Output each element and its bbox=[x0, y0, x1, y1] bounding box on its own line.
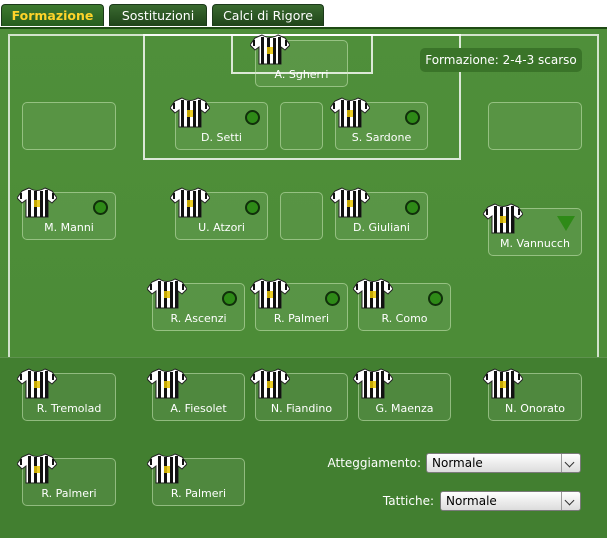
formation-label: Formazione: 2-4-3 scarso bbox=[420, 48, 582, 72]
shirt-icon bbox=[330, 96, 370, 128]
shirt-icon bbox=[17, 367, 57, 399]
shirt-icon bbox=[483, 367, 523, 399]
status-ok-icon bbox=[405, 200, 420, 215]
player-name: N. Onorato bbox=[505, 402, 565, 415]
status-ok-icon bbox=[245, 200, 260, 215]
shirt-icon bbox=[353, 367, 393, 399]
shirt-icon bbox=[147, 367, 187, 399]
player-name: D. Setti bbox=[201, 131, 242, 144]
tab-bar: Formazione Sostituzioni Calci di Rigore bbox=[0, 0, 607, 30]
shirt-icon bbox=[170, 96, 210, 128]
player-name: M. Vannucch bbox=[500, 237, 570, 250]
status-down-icon bbox=[557, 216, 575, 231]
status-ok-icon bbox=[428, 291, 443, 306]
player-name: U. Atzori bbox=[198, 221, 245, 234]
player-name: G. Maenza bbox=[375, 402, 434, 415]
attitude-select[interactable]: Normale bbox=[426, 453, 581, 473]
player-name: A. Fiesolet bbox=[170, 402, 227, 415]
tab-calci-di-rigore[interactable]: Calci di Rigore bbox=[212, 4, 324, 26]
chevron-down-icon bbox=[561, 492, 580, 510]
shirt-icon bbox=[147, 277, 187, 309]
player-name: R. Tremolad bbox=[36, 402, 102, 415]
shirt-icon bbox=[147, 452, 187, 484]
player-name: N. Fiandino bbox=[270, 402, 333, 415]
status-ok-icon bbox=[245, 110, 260, 125]
tactics-select[interactable]: Normale bbox=[440, 491, 581, 511]
player-name: R. Palmeri bbox=[41, 487, 97, 500]
shirt-icon bbox=[17, 452, 57, 484]
player-name: R. Palmeri bbox=[273, 312, 330, 325]
player-name: D. Giuliani bbox=[353, 221, 410, 234]
shirt-icon bbox=[250, 277, 290, 309]
status-ok-icon bbox=[93, 200, 108, 215]
shirt-icon bbox=[353, 277, 393, 309]
player-name: R. Palmeri bbox=[170, 487, 227, 500]
tactics-label: Tattiche: bbox=[382, 494, 434, 508]
player-name: R. Como bbox=[381, 312, 428, 325]
status-ok-icon bbox=[325, 291, 340, 306]
tactics-value: Normale bbox=[446, 494, 497, 508]
player-name: M. Manni bbox=[44, 221, 94, 234]
status-ok-icon bbox=[405, 110, 420, 125]
shirt-icon bbox=[17, 186, 57, 218]
shirt-icon bbox=[330, 186, 370, 218]
shirt-icon bbox=[250, 367, 290, 399]
player-name: S. Sardone bbox=[351, 131, 412, 144]
player-name: A. Sgherri bbox=[274, 68, 329, 81]
empty-slot[interactable] bbox=[280, 192, 323, 240]
empty-slot[interactable] bbox=[280, 102, 323, 150]
status-ok-icon bbox=[222, 291, 237, 306]
attitude-value: Normale bbox=[432, 456, 483, 470]
tab-sostituzioni[interactable]: Sostituzioni bbox=[109, 4, 207, 26]
empty-slot[interactable] bbox=[488, 102, 582, 150]
empty-slot[interactable] bbox=[22, 102, 116, 150]
shirt-icon bbox=[250, 33, 290, 65]
shirt-icon bbox=[483, 202, 523, 234]
attitude-label: Atteggiamento: bbox=[327, 456, 421, 470]
player-name: R. Ascenzi bbox=[170, 312, 227, 325]
tab-formazione[interactable]: Formazione bbox=[1, 4, 104, 26]
chevron-down-icon bbox=[561, 454, 580, 472]
shirt-icon bbox=[170, 186, 210, 218]
